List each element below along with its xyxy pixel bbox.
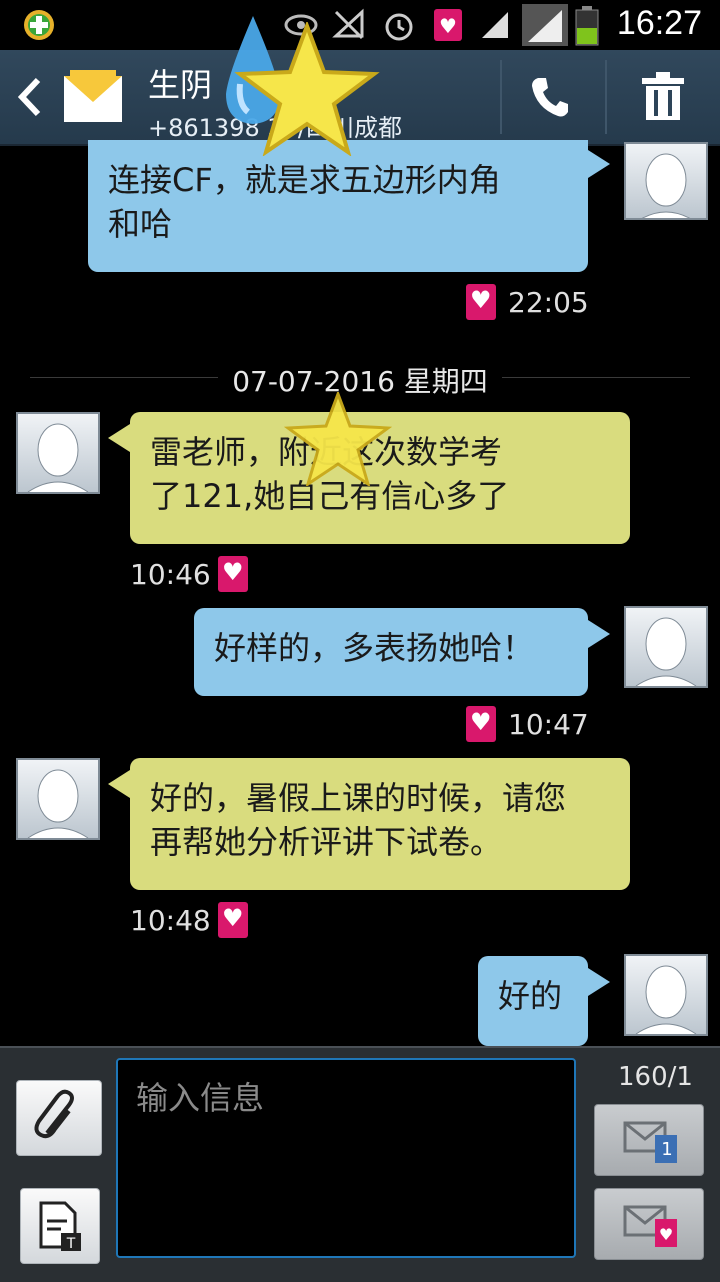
message-text-line: 和哈 bbox=[108, 205, 173, 243]
avatar[interactable] bbox=[624, 954, 708, 1036]
message-text-line: 再帮她分析评讲下试卷。 bbox=[150, 823, 503, 861]
bubble-tail bbox=[108, 424, 130, 452]
send-sim1-button[interactable]: 1 bbox=[594, 1104, 704, 1176]
message-time: 10:47 bbox=[508, 708, 589, 741]
divider bbox=[30, 377, 218, 378]
message-time: 10:46 bbox=[130, 558, 211, 591]
send-heart-button[interactable]: ♥ bbox=[594, 1188, 704, 1260]
alarm-icon bbox=[385, 13, 413, 41]
back-icon[interactable] bbox=[14, 76, 44, 118]
battery-icon bbox=[575, 6, 599, 46]
bubble-tail bbox=[108, 770, 130, 798]
contact-name: 生阴 bbox=[148, 66, 213, 104]
template-button[interactable]: T bbox=[20, 1188, 100, 1264]
message-text-line: 连接CF，就是求五边形内角 bbox=[108, 161, 501, 199]
phone-icon[interactable] bbox=[530, 76, 570, 120]
divider bbox=[502, 377, 690, 378]
heart-icon: ♥ bbox=[434, 9, 462, 41]
avatar[interactable] bbox=[624, 142, 708, 220]
heart-icon bbox=[466, 706, 496, 742]
status-time: 16:27 bbox=[616, 4, 702, 42]
message-bubble-outgoing[interactable]: 好的 bbox=[478, 956, 588, 1046]
heart-icon bbox=[218, 556, 248, 592]
message-input-box[interactable] bbox=[116, 1058, 576, 1258]
avatar[interactable] bbox=[16, 412, 100, 494]
avatar[interactable] bbox=[624, 606, 708, 688]
message-text-line: 好的 bbox=[498, 977, 563, 1015]
message-bubble-incoming[interactable]: 好的，暑假上课的时候，请您 再帮她分析评讲下试卷。 bbox=[130, 758, 630, 890]
svg-text:♥: ♥ bbox=[659, 1225, 673, 1244]
message-time: 10:48 bbox=[130, 904, 211, 937]
header-divider bbox=[500, 60, 502, 134]
signal-icon bbox=[522, 4, 568, 46]
bubble-tail bbox=[588, 620, 610, 648]
message-envelope-icon bbox=[64, 70, 122, 122]
star-icon bbox=[284, 392, 392, 486]
message-time: 22:05 bbox=[508, 286, 589, 319]
bubble-tail bbox=[588, 968, 610, 996]
bubble-tail bbox=[588, 150, 610, 178]
send-sim1-icon bbox=[623, 1121, 677, 1163]
signal-icon bbox=[482, 12, 508, 38]
template-icon: T bbox=[39, 1201, 81, 1252]
message-text-line: 好的，暑假上课的时候，请您 bbox=[150, 779, 567, 817]
send-heart-icon: ♥ bbox=[623, 1205, 677, 1247]
heart-icon bbox=[466, 284, 496, 320]
attach-button[interactable] bbox=[16, 1080, 102, 1156]
sim-badge: 1 bbox=[661, 1139, 673, 1160]
paperclip-icon bbox=[34, 1089, 74, 1139]
header-divider bbox=[605, 60, 607, 134]
char-counter: 160/1 bbox=[618, 1062, 693, 1092]
svg-text:T: T bbox=[66, 1236, 76, 1252]
trash-icon[interactable] bbox=[640, 72, 686, 122]
message-input[interactable] bbox=[134, 1078, 558, 1118]
heart-icon bbox=[218, 902, 248, 938]
app-badge-icon bbox=[24, 10, 54, 40]
star-icon bbox=[234, 22, 380, 156]
svg-text:♥: ♥ bbox=[439, 14, 457, 38]
message-text-line: 好样的，多表扬她哈！ bbox=[214, 629, 535, 667]
avatar[interactable] bbox=[16, 758, 100, 840]
message-bubble-outgoing[interactable]: 好样的，多表扬她哈！ bbox=[194, 608, 588, 696]
message-bubble-outgoing[interactable]: 连接CF，就是求五边形内角 和哈 bbox=[88, 140, 588, 272]
